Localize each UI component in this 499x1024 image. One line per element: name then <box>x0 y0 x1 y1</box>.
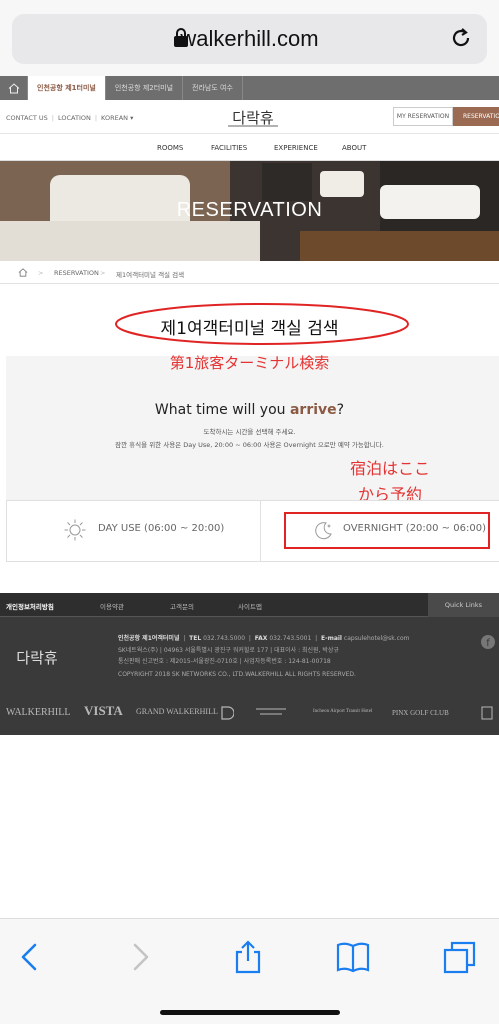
nav-about[interactable]: ABOUT <box>342 144 366 152</box>
breadcrumb-separator: > <box>100 269 106 277</box>
logo-text: 다락휴 <box>232 109 274 127</box>
fax-value: 032.743.5001 <box>269 635 312 642</box>
tabs-icon[interactable] <box>442 939 476 975</box>
footer-contact: 인천공항 제1여객터미널 | TEL 032.743.5000 | FAX 03… <box>118 635 410 642</box>
breadcrumb: > RESERVATION > 제1여객터미널 객실 검색 <box>0 262 499 284</box>
tab-terminal-2[interactable]: 인천공항 제2터미널 <box>106 76 184 100</box>
forward-icon[interactable] <box>122 939 156 975</box>
sun-icon <box>64 519 86 541</box>
tel-value: 032.743.5000 <box>203 635 246 642</box>
sitemap-link[interactable]: 사이트맵 <box>238 601 262 611</box>
tel-label: TEL <box>189 635 202 642</box>
share-icon[interactable] <box>231 939 265 975</box>
address-bar[interactable]: walkerhill.com <box>12 14 487 64</box>
brand-pinx-golf[interactable]: PINX GOLF CLUB <box>392 709 449 717</box>
contact-us-link[interactable]: CONTACT US <box>6 114 48 122</box>
footer-name: 인천공항 제1여객터미널 <box>118 635 180 642</box>
tab-terminal-1[interactable]: 인천공항 제1터미널 <box>28 76 106 100</box>
browser-toolbar <box>0 918 499 1024</box>
tab-yeosu[interactable]: 전라남도 여수 <box>183 76 243 100</box>
terms-link[interactable]: 이용약관 <box>100 601 124 611</box>
annotation-line: 宿泊はここ <box>349 459 430 478</box>
question-prefix: What time will you <box>154 402 290 418</box>
hero-banner: RESERVATION <box>0 161 499 261</box>
divider <box>260 500 261 562</box>
footer-links: 개인정보처리방침 이용약관 고객문의 사이트맵 <box>0 593 499 617</box>
usage-note: 잠깐 휴식을 위한 사용은 Day Use, 20:00 ~ 06:00 사용은… <box>115 441 384 449</box>
utility-links: CONTACT US | LOCATION | KOREAN ▾ <box>6 114 133 122</box>
back-icon[interactable] <box>14 939 48 975</box>
annotation-highlight-box <box>284 512 490 549</box>
language-select[interactable]: KOREAN ▾ <box>101 114 133 122</box>
footer-logo-text: 다락휴 <box>16 649 58 667</box>
my-reservation-button[interactable]: MY RESERVATION <box>393 107 453 126</box>
brand-transit-hotel[interactable]: Incheon Airport Transit Hotel <box>313 709 372 714</box>
email-label: E-mail <box>320 635 342 642</box>
url-text: walkerhill.com <box>180 26 319 51</box>
copyright: COPYRIGHT 2018 SK NETWORKS CO., LTD.WALK… <box>118 671 356 678</box>
brand-grand-walkerhill[interactable]: GRAND WALKERHILL <box>136 707 218 716</box>
annotation-terminal-search: 第1旅客ターミナル検索 <box>169 354 330 372</box>
site-logo[interactable]: 다락휴 <box>226 106 280 128</box>
annotation-ellipse <box>115 303 409 345</box>
registration-info: 통신판매 신고번호 : 제2015-서울광진-0710호 | 사업자등록번호 :… <box>118 658 331 665</box>
brand-emblem-icon <box>221 706 234 720</box>
breadcrumb-item[interactable]: RESERVATION <box>54 269 99 277</box>
nav-rooms[interactable]: ROOMS <box>157 144 183 152</box>
home-icon[interactable] <box>18 268 28 277</box>
hero-title: RESERVATION <box>176 199 323 221</box>
reload-icon[interactable] <box>449 26 473 50</box>
reservation-button[interactable]: RESERVATION <box>453 107 499 126</box>
arrival-question: What time will you arrive? <box>0 402 499 418</box>
site-header: CONTACT US | LOCATION | KOREAN ▾ 다락휴 MY … <box>0 100 499 134</box>
fax-label: FAX <box>254 635 268 642</box>
email-value[interactable]: capsulehotel@sk.com <box>344 635 410 642</box>
day-use-option[interactable]: DAY USE (06:00 ~ 20:00) <box>98 523 224 534</box>
svg-text:f: f <box>486 638 490 649</box>
facebook-icon[interactable]: f <box>481 635 495 649</box>
home-indicator <box>160 1010 340 1015</box>
company-info: SK네트웍스(주) | 04963 서울특별시 광진구 워커힐로 177 | 대… <box>118 647 339 654</box>
nav-experience[interactable]: EXPERIENCE <box>274 144 318 152</box>
site-footer: 개인정보처리방침 이용약관 고객문의 사이트맵 Quick Links 다락휴 … <box>0 593 499 735</box>
nav-facilities[interactable]: FACILITIES <box>211 144 247 152</box>
brand-logos: WALKERHILL VISTA GRAND WALKERHILL Incheo… <box>0 693 499 735</box>
location-link[interactable]: LOCATION <box>58 114 91 122</box>
home-icon <box>8 82 19 93</box>
brand-mark-icon <box>256 708 286 715</box>
privacy-policy-link[interactable]: 개인정보처리방침 <box>6 601 54 611</box>
breadcrumb-current: 제1여객터미널 객실 검색 <box>116 271 185 279</box>
quick-links-button[interactable]: Quick Links <box>428 593 499 617</box>
brand-walkerhill[interactable]: WALKERHILL <box>6 707 70 718</box>
arrival-instruction: 도착하시는 시간을 선택해 주세요. <box>203 428 296 436</box>
brand-vista[interactable]: VISTA <box>84 703 123 719</box>
contact-link[interactable]: 고객문의 <box>170 601 194 611</box>
browser-top-bar: walkerhill.com <box>0 0 499 76</box>
separator: | <box>94 114 98 122</box>
separator: | <box>51 114 54 122</box>
footer-logo: 다락휴 <box>16 649 58 667</box>
breadcrumb-separator: > <box>38 269 44 277</box>
bookmarks-icon[interactable] <box>336 939 370 975</box>
main-nav: ROOMS FACILITIES EXPERIENCE ABOUT <box>0 135 499 161</box>
question-suffix: ? <box>336 402 345 418</box>
brand-partial-icon <box>481 706 493 720</box>
property-tab-bar: 인천공항 제1터미널 인천공항 제2터미널 전라남도 여수 <box>0 76 499 100</box>
question-emphasis: arrive <box>289 402 337 418</box>
home-tab[interactable] <box>0 76 28 100</box>
